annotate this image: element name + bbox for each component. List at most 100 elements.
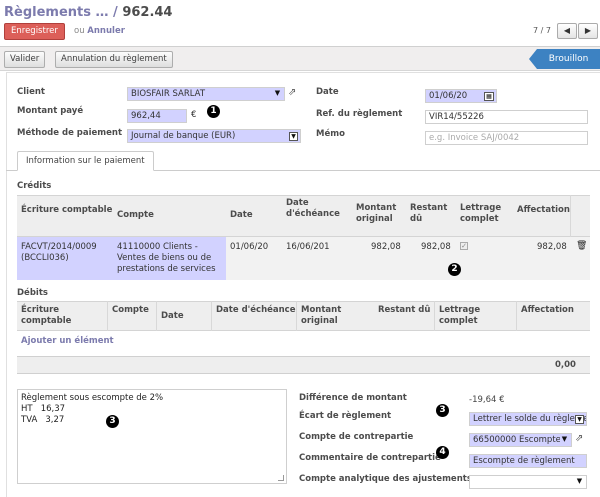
debits-col-entry: Écriture comptable: [21, 305, 72, 326]
annotation-badge-4: 4: [436, 446, 449, 459]
credits-col-residual: Restant dû: [410, 203, 448, 224]
chevron-down-icon[interactable]: ▼: [273, 90, 282, 99]
amount-input[interactable]: 962,44: [127, 109, 187, 123]
amount-label: Montant payé: [17, 106, 84, 116]
client-field[interactable]: BIOSFAIR SARLAT ▼: [127, 87, 285, 101]
column-divider: [570, 195, 571, 237]
counterpart-value: 66500000 Escomptes: [473, 435, 566, 445]
debits-title: Débits: [17, 288, 48, 298]
debits-col-reconcile: Lettrage complet: [439, 305, 481, 326]
credits-col-original: Montant original: [356, 203, 397, 224]
credits-col-entry: Écriture comptable: [21, 205, 113, 215]
debits-col-original: Montant original: [301, 305, 342, 326]
tab-payment-info[interactable]: Information sur le paiement: [17, 151, 154, 171]
credits-title: Crédits: [17, 181, 52, 191]
date-input[interactable]: 01/06/20 ▦: [425, 89, 497, 103]
chevron-down-icon[interactable]: ▼: [575, 478, 584, 487]
pager-next-button[interactable]: ▶: [578, 23, 598, 39]
or-label: ou: [74, 26, 85, 36]
cancel-link[interactable]: Annuler: [87, 26, 125, 36]
notes-line: HT 16,37: [21, 404, 66, 414]
credit-date: 01/06/20: [230, 242, 269, 252]
ref-input[interactable]: VIR14/55226: [425, 110, 588, 124]
credits-col-reconcile: Lettrage complet: [460, 203, 502, 224]
calendar-icon[interactable]: ▦: [484, 92, 494, 101]
debits-col-date: Date: [161, 311, 184, 321]
external-link-icon[interactable]: ⇗: [575, 433, 583, 444]
breadcrumb-parent[interactable]: Règlements: [4, 5, 91, 20]
column-divider: [516, 301, 517, 331]
annotation-badge-2: 2: [448, 263, 461, 276]
credit-account: 41110000 Clients - Ventes de biens ou de…: [117, 242, 216, 274]
chevron-down-icon[interactable]: ▼: [289, 132, 298, 141]
cancel-payment-button[interactable]: Annulation du règlement: [55, 51, 173, 68]
debits-col-account: Compte: [112, 305, 149, 315]
date-label: Date: [316, 87, 339, 97]
arrow-right-icon: ▶: [584, 26, 592, 35]
add-item-link[interactable]: Ajouter un élément: [21, 336, 114, 346]
gap-label: Écart de règlement: [299, 411, 392, 421]
debits-total: 0,00: [555, 360, 576, 370]
external-link-icon[interactable]: ⇗: [288, 87, 296, 98]
debits-col-residual: Restant dû: [378, 305, 431, 315]
notes-line: TVA 3,27: [21, 415, 65, 425]
debits-table-footer: [17, 356, 590, 374]
notes-line: Règlement sous escompte de 2%: [21, 393, 164, 403]
column-divider: [156, 301, 157, 331]
debits-col-allocation: Affectation: [521, 305, 574, 315]
breadcrumb-separator: … /: [90, 5, 123, 20]
chevron-down-icon[interactable]: ▼: [575, 415, 584, 424]
gap-select[interactable]: Lettrer le solde du règlement ▼: [469, 412, 587, 426]
gap-value: Lettrer le solde du règlement: [473, 414, 587, 424]
credits-col-allocation: Affectation: [517, 205, 570, 215]
pager-counter: 7 / 7: [533, 26, 551, 35]
credits-col-account: Compte: [117, 210, 154, 220]
annotation-badge-3: 3: [106, 415, 119, 428]
or-cancel: ou Annuler: [74, 26, 125, 36]
ref-label: Ref. du règlement: [316, 109, 403, 119]
column-divider: [296, 301, 297, 331]
credit-entry: FACVT/2014/0009 (BCCLI036): [21, 242, 97, 263]
notes-textarea[interactable]: Règlement sous escompte de 2% HT 16,37 TVA…: [17, 389, 287, 484]
credits-col-date: Date: [230, 210, 253, 220]
credits-col-due: Date d'échéance: [286, 198, 340, 219]
method-label: Méthode de paiement: [17, 128, 123, 138]
debits-col-due: Date d'échéance: [216, 305, 296, 315]
method-select[interactable]: Journal de banque (EUR) ▼: [127, 129, 301, 143]
memo-input[interactable]: e.g. Invoice SAJ/0042: [425, 131, 588, 145]
breadcrumb-current: 962.44: [122, 5, 173, 20]
reconcile-checkbox[interactable]: ✓: [460, 242, 468, 250]
annotation-badge-3b: 3: [436, 404, 449, 417]
resize-handle-icon[interactable]: [278, 475, 284, 481]
memo-label: Mémo: [316, 129, 345, 139]
column-divider: [211, 301, 212, 331]
status-badge[interactable]: Brouillon: [529, 49, 600, 69]
client-label: Client: [17, 87, 45, 97]
annotation-badge-1: 1: [207, 105, 220, 118]
validate-button[interactable]: Valider: [4, 51, 46, 68]
credit-residual: 982,08: [421, 242, 451, 252]
comment-input[interactable]: Escompte de règlement: [469, 454, 587, 468]
save-button[interactable]: Enregistrer: [4, 23, 65, 40]
method-value: Journal de banque (EUR): [131, 131, 236, 141]
date-value: 01/06/20: [429, 91, 468, 101]
chevron-down-icon[interactable]: ▼: [560, 436, 569, 445]
currency-symbol: €: [191, 110, 197, 120]
analytic-select[interactable]: ▼: [469, 475, 587, 489]
counterpart-label: Compte de contrepartie: [299, 432, 414, 442]
comment-label: Commentaire de contrepartie: [299, 453, 441, 463]
diff-label: Différence de montant: [299, 393, 407, 403]
breadcrumb: Règlements … / 962.44: [4, 5, 172, 20]
credit-due-date: 16/06/201: [286, 242, 330, 252]
pager-prev-button[interactable]: ◀: [557, 23, 577, 39]
arrow-left-icon: ◀: [563, 26, 571, 35]
client-value: BIOSFAIR SARLAT: [131, 89, 206, 99]
column-divider: [434, 301, 435, 331]
counterpart-field[interactable]: 66500000 Escomptes ▼: [469, 433, 572, 447]
trash-icon[interactable]: 🗑: [576, 241, 587, 251]
column-divider: [107, 301, 108, 331]
diff-value: -19,64 €: [469, 395, 505, 405]
credit-allocation[interactable]: 982,08: [537, 242, 567, 253]
credit-original: 982,08: [371, 242, 401, 252]
analytic-label: Compte analytique des ajustements: [299, 474, 472, 484]
